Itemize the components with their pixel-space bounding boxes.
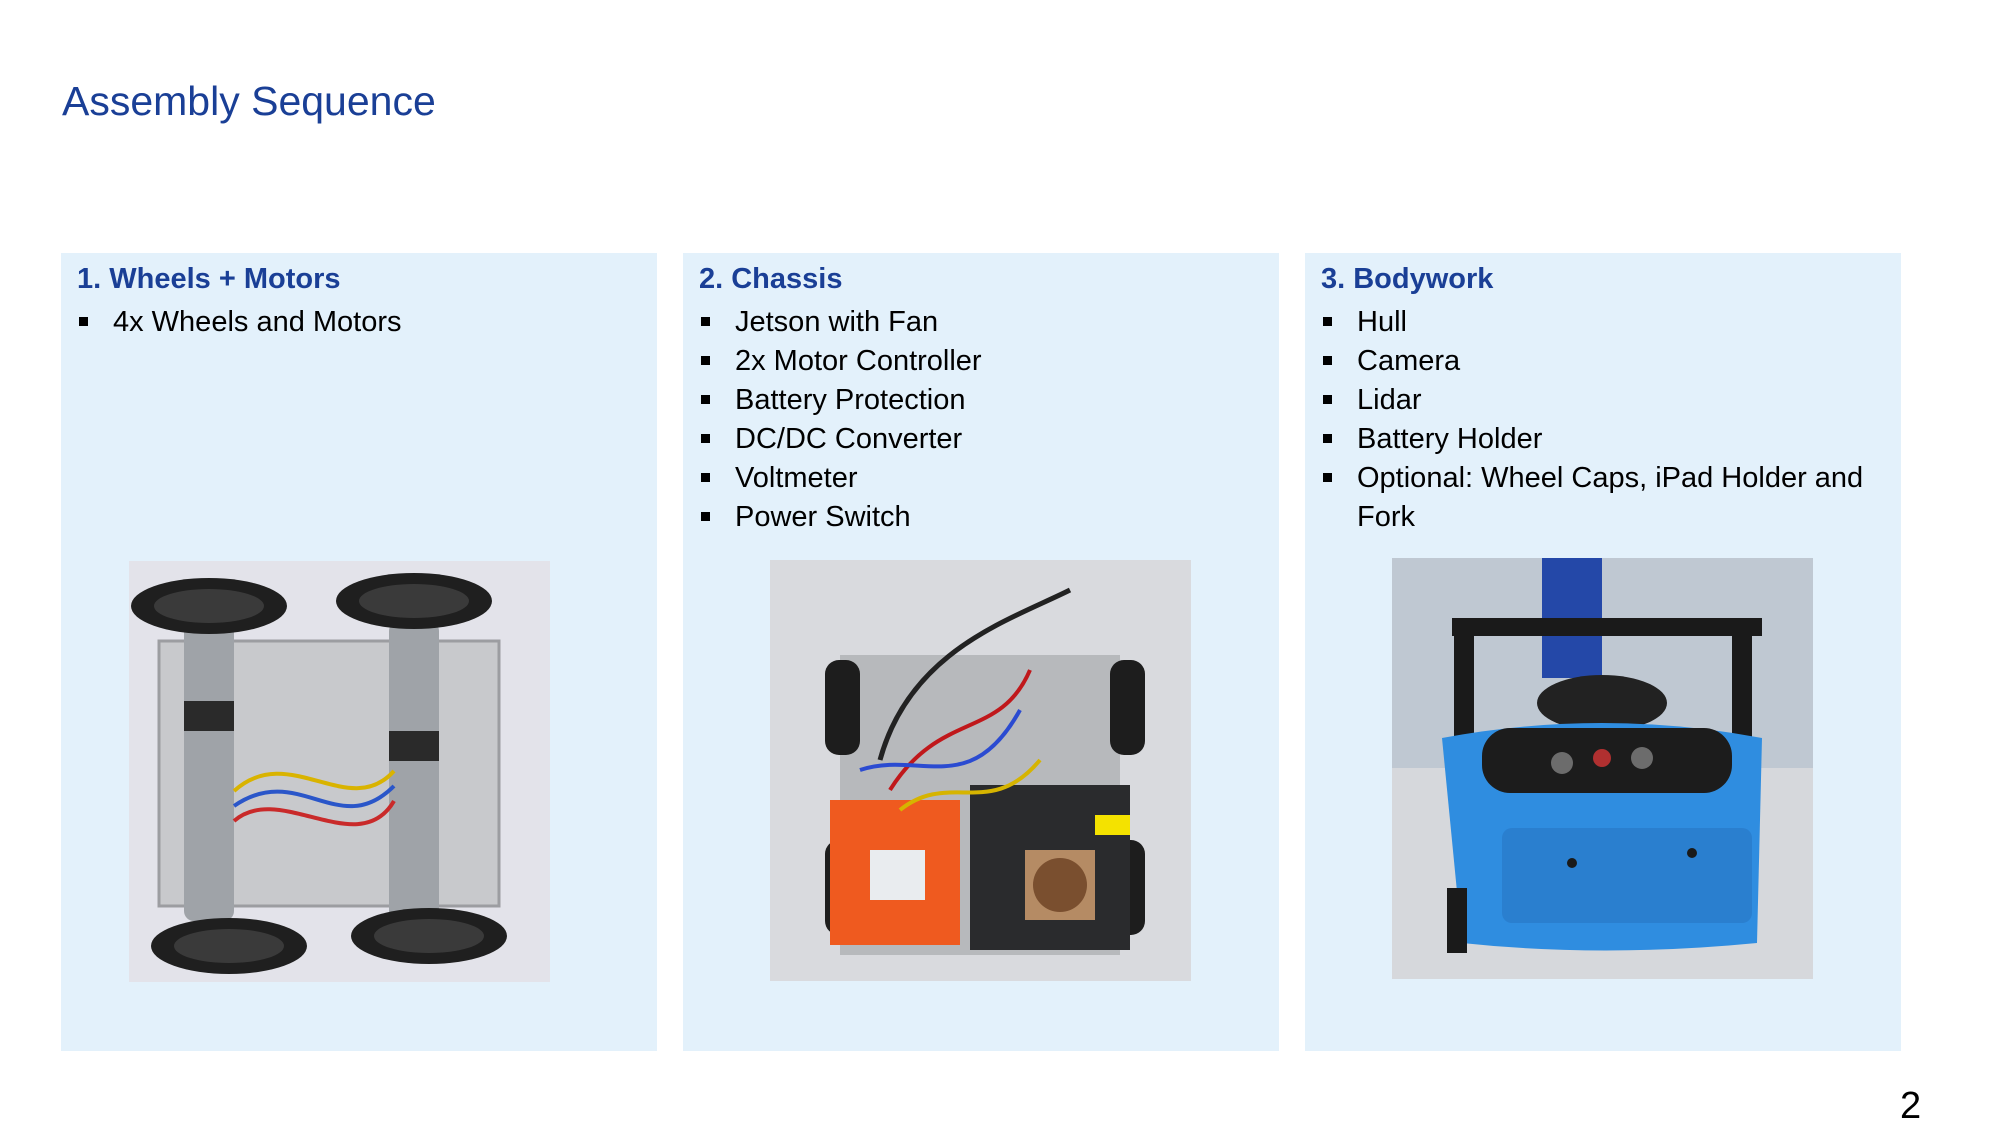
panel-chassis: 2. Chassis Jetson with Fan 2x Motor Cont… [683,253,1279,1051]
panel-heading: 2. Chassis [699,263,843,295]
list-item: Battery Holder [1321,420,1881,459]
list-item-text: 4x Wheels and Motors [113,306,402,338]
bullet-icon [701,395,710,404]
bullet-icon [1323,395,1332,404]
list-item-text: Camera [1357,345,1461,377]
item-list: Hull Camera Lidar Battery Holder Optiona… [1321,303,1881,537]
list-item: Power Switch [699,498,1259,537]
bullet-icon [1323,356,1332,365]
list-item-text: Battery Holder [1357,423,1543,455]
bullet-icon [701,317,710,326]
panel-wheels-motors: 1. Wheels + Motors 4x Wheels and Motors [61,253,657,1051]
list-item: Lidar [1321,381,1881,420]
bullet-icon [1323,317,1332,326]
list-item: Optional: Wheel Caps, iPad Holder and Fo… [1321,459,1881,537]
list-item-text: Optional: Wheel Caps, iPad Holder and Fo… [1357,462,1864,533]
list-item: Voltmeter [699,459,1259,498]
panel-bodywork: 3. Bodywork Hull Camera Lidar Battery Ho… [1305,253,1901,1051]
list-item-text: Power Switch [735,501,911,533]
panel-heading: 3. Bodywork [1321,263,1494,295]
wheels-motors-photo [129,561,550,982]
panel-heading: 1. Wheels + Motors [77,263,341,295]
bullet-icon [701,434,710,443]
list-item-text: Battery Protection [735,384,966,416]
list-item: Camera [1321,342,1881,381]
list-item: DC/DC Converter [699,420,1259,459]
slide-title: Assembly Sequence [62,78,436,124]
list-item: Jetson with Fan [699,303,1259,342]
list-item: 4x Wheels and Motors [77,303,637,342]
chassis-illustration [825,587,1145,955]
page-number: 2 [1900,1085,1922,1127]
list-item-text: Hull [1357,306,1407,338]
item-list: 4x Wheels and Motors [77,303,637,342]
bullet-icon [701,473,710,482]
list-item-text: Voltmeter [735,462,858,494]
item-list: Jetson with Fan 2x Motor Controller Batt… [699,303,1259,537]
list-item-text: Lidar [1357,384,1422,416]
bullet-icon [1323,434,1332,443]
bodywork-photo [1392,558,1813,979]
bullet-icon [1323,473,1332,482]
wheels-motors-illustration [131,573,507,974]
list-item: Battery Protection [699,381,1259,420]
bullet-icon [79,317,88,326]
bodywork-illustration [1392,558,1813,979]
chassis-photo [770,560,1191,981]
list-item-text: 2x Motor Controller [735,345,982,377]
list-item: 2x Motor Controller [699,342,1259,381]
bullet-icon [701,512,710,521]
list-item: Hull [1321,303,1881,342]
bullet-icon [701,356,710,365]
list-item-text: DC/DC Converter [735,423,963,455]
list-item-text: Jetson with Fan [735,306,939,338]
